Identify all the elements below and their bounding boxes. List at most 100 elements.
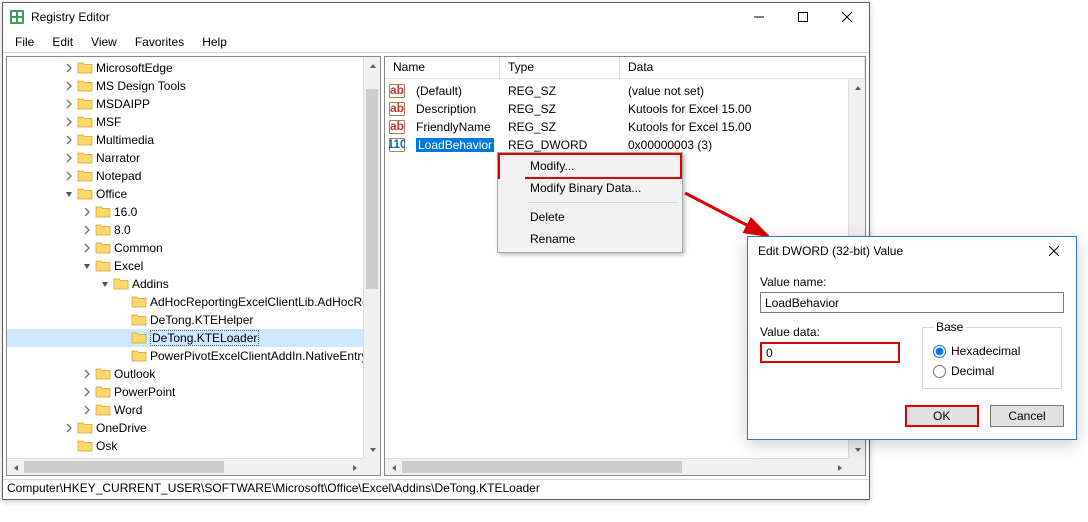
value-data-label: Value data: [760,325,906,339]
chevron-down-icon[interactable] [79,258,95,274]
folder-icon [95,402,111,418]
column-header-name[interactable]: Name [385,57,500,78]
menu-file[interactable]: File [7,33,42,51]
scroll-left-button[interactable] [385,459,402,476]
minimize-button[interactable] [737,3,781,31]
menu-help[interactable]: Help [194,33,235,51]
menu-favorites[interactable]: Favorites [127,33,192,51]
tree-item-label: DeTong.KTELoader [150,330,259,346]
tree-scrollbar-h[interactable] [7,458,363,475]
tree-pane: MicrosoftEdge MS Design ToolsMSDAIPPMSFMu… [6,56,381,476]
chevron-right-icon[interactable] [61,132,77,148]
tree-item[interactable]: MSDAIPP [7,95,380,113]
tree-item[interactable]: OneDrive [7,419,380,437]
tree-item-label: Notepad [96,169,141,183]
list-scrollbar-h[interactable] [385,458,848,475]
folder-icon [77,60,93,76]
tree-item[interactable]: 16.0 [7,203,380,221]
dialog-title-bar[interactable]: Edit DWORD (32-bit) Value [748,237,1076,265]
column-header-type[interactable]: Type [500,57,620,78]
radio-decimal-input[interactable] [933,365,946,378]
tree-item[interactable]: Osk [7,437,380,455]
scroll-down-button[interactable] [849,441,866,458]
radio-decimal[interactable]: Decimal [933,364,1051,378]
chevron-right-icon[interactable] [79,204,95,220]
value-data-input[interactable] [760,342,900,363]
context-menu-modify[interactable]: Modify... [498,153,682,179]
chevron-right-icon[interactable] [79,366,95,382]
scroll-thumb[interactable] [402,461,682,473]
maximize-button[interactable] [781,3,825,31]
context-menu-delete[interactable]: Delete [500,206,680,228]
scroll-down-button[interactable] [364,441,381,458]
scroll-left-button[interactable] [7,459,24,476]
menu-view[interactable]: View [83,33,125,51]
scroll-right-button[interactable] [346,459,363,476]
tree-item-label: 8.0 [114,223,131,237]
tree-item[interactable]: Outlook [7,365,380,383]
cancel-button[interactable]: Cancel [990,405,1064,427]
tree-item[interactable]: DeTong.KTELoader [7,329,380,347]
chevron-right-icon[interactable] [79,222,95,238]
tree-scrollbar-v[interactable] [363,57,380,458]
string-value-icon: ab [389,102,405,116]
ok-button[interactable]: OK [905,405,979,427]
dialog-close-button[interactable] [1032,237,1076,265]
column-header-data[interactable]: Data [620,57,865,78]
tree-item[interactable]: AdHocReportingExcelClientLib.AdHocReport… [7,293,380,311]
tree-item-label: MicrosoftEdge [96,61,173,75]
chevron-down-icon[interactable] [97,276,113,292]
value-name-input[interactable] [760,292,1064,313]
context-menu-modify-binary[interactable]: Modify Binary Data... [500,177,680,199]
chevron-right-icon[interactable] [61,150,77,166]
radio-hexadecimal-input[interactable] [933,345,946,358]
tree-item[interactable]: PowerPoint [7,383,380,401]
chevron-down-icon[interactable] [61,186,77,202]
scroll-thumb[interactable] [24,461,224,473]
scroll-up-button[interactable] [364,57,381,74]
list-row[interactable]: abFriendlyNameREG_SZKutools for Excel 15… [385,118,865,136]
registry-editor-window: Registry Editor File Edit View Favorites… [2,2,870,500]
chevron-right-icon[interactable] [79,384,95,400]
chevron-right-icon[interactable] [61,96,77,112]
close-button[interactable] [825,3,869,31]
tree-item[interactable]: Excel [7,257,380,275]
tree-item[interactable]: MS Design Tools [7,77,380,95]
tree-item[interactable]: MSF [7,113,380,131]
tree-item[interactable]: Addins [7,275,380,293]
cell-name: (Default) [408,84,500,98]
tree-item-label: PowerPivotExcelClientAddIn.NativeEntry.1 [150,349,377,363]
tree-item[interactable]: PowerPivotExcelClientAddIn.NativeEntry.1 [7,347,380,365]
chevron-right-icon[interactable] [79,240,95,256]
list-row[interactable]: abDescriptionREG_SZKutools for Excel 15.… [385,100,865,118]
expander-none [115,294,131,310]
chevron-right-icon[interactable] [61,78,77,94]
menu-edit[interactable]: Edit [44,33,81,51]
chevron-right-icon[interactable] [79,402,95,418]
chevron-right-icon[interactable] [61,60,77,76]
tree-item[interactable]: Notepad [7,167,380,185]
context-menu-rename[interactable]: Rename [500,228,680,250]
radio-hexadecimal[interactable]: Hexadecimal [933,344,1051,358]
chevron-right-icon[interactable] [61,114,77,130]
tree-item[interactable]: MicrosoftEdge [7,59,380,77]
chevron-right-icon[interactable] [61,420,77,436]
tree-item[interactable]: Narrator [7,149,380,167]
tree-item[interactable]: DeTong.KTEHelper [7,311,380,329]
tree-item-label: Outlook [114,367,155,381]
folder-icon [95,384,111,400]
tree-item-label: 16.0 [114,205,137,219]
chevron-right-icon[interactable] [61,168,77,184]
list-row[interactable]: ab(Default)REG_SZ(value not set) [385,82,865,100]
tree-item[interactable]: Multimedia [7,131,380,149]
tree-item[interactable]: Common [7,239,380,257]
tree-item[interactable]: Word [7,401,380,419]
tree-item[interactable]: Office [7,185,380,203]
menu-bar: File Edit View Favorites Help [3,31,869,52]
tree-item[interactable]: 8.0 [7,221,380,239]
cell-data: (value not set) [620,84,865,98]
scroll-right-button[interactable] [831,459,848,476]
scroll-thumb[interactable] [366,89,378,289]
scroll-up-button[interactable] [849,79,866,96]
title-bar[interactable]: Registry Editor [3,3,869,31]
